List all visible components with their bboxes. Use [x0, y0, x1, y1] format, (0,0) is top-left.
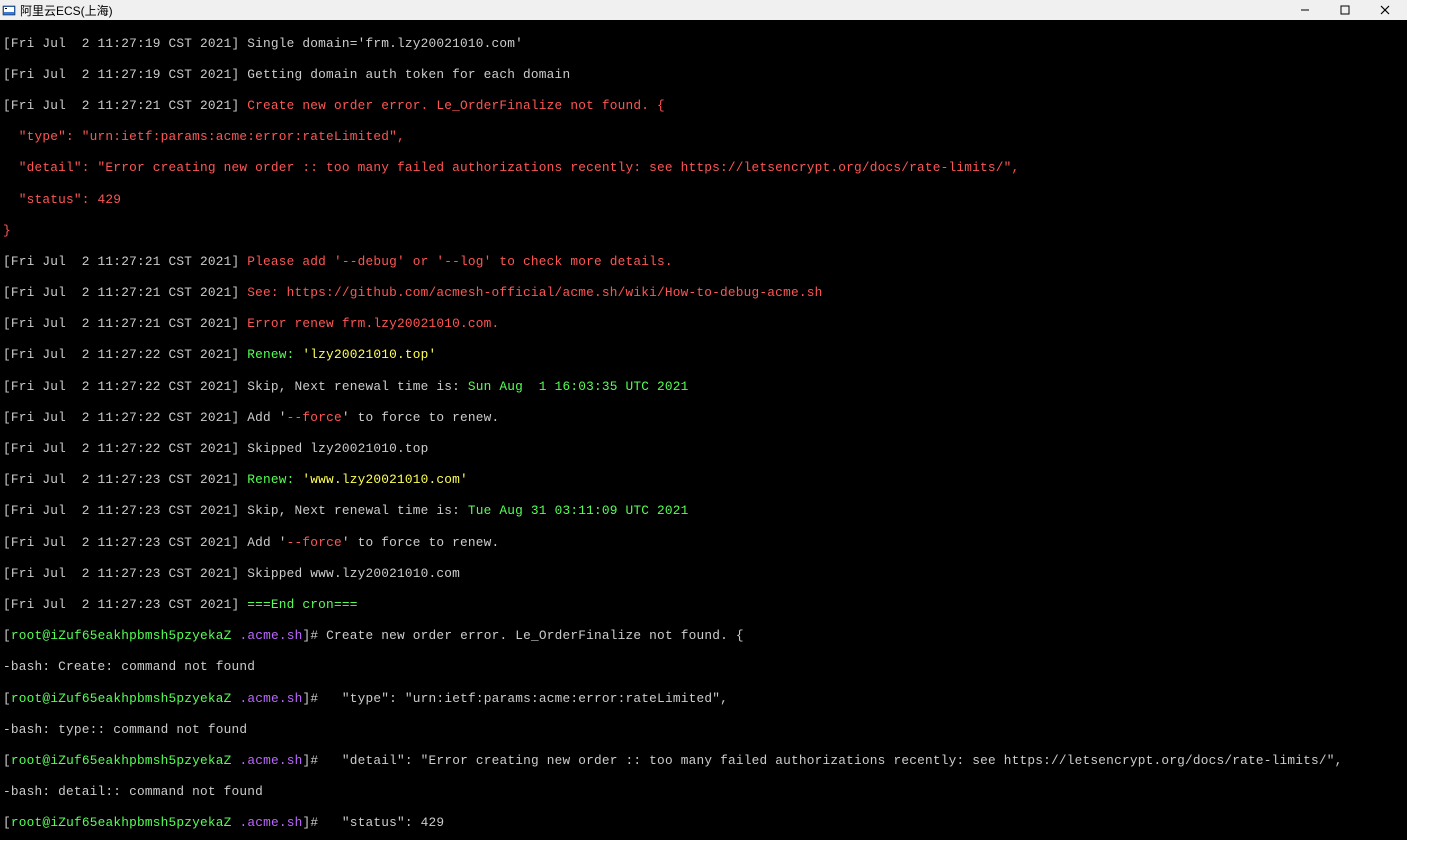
log-line: [Fri Jul 2 11:27:23 CST 2021] Renew: 'ww…: [3, 472, 1404, 488]
log-line: [Fri Jul 2 11:27:23 CST 2021] Skip, Next…: [3, 503, 1404, 519]
log-line: [Fri Jul 2 11:27:23 CST 2021] Add '--for…: [3, 535, 1404, 551]
log-line: }: [3, 223, 1404, 239]
log-line: [Fri Jul 2 11:27:22 CST 2021] Renew: 'lz…: [3, 347, 1404, 363]
log-line: [Fri Jul 2 11:27:22 CST 2021] Skip, Next…: [3, 379, 1404, 395]
log-line: [Fri Jul 2 11:27:23 CST 2021] Skipped ww…: [3, 566, 1404, 582]
maximize-button[interactable]: [1325, 0, 1365, 20]
log-line: [Fri Jul 2 11:27:22 CST 2021] Add '--for…: [3, 410, 1404, 426]
log-line: -bash: detail:: command not found: [3, 784, 1404, 800]
prompt-line: [root@iZuf65eakhpbmsh5pzyekaZ .acme.sh]#…: [3, 753, 1404, 769]
log-line: "type": "urn:ietf:params:acme:error:rate…: [3, 129, 1404, 145]
log-line: -bash: Create: command not found: [3, 659, 1404, 675]
log-line: "status": 429: [3, 192, 1404, 208]
log-line: [Fri Jul 2 11:27:21 CST 2021] Create new…: [3, 98, 1404, 114]
window-titlebar: 阿里云ECS(上海): [0, 0, 1407, 20]
log-line: [Fri Jul 2 11:27:19 CST 2021] Single dom…: [3, 36, 1404, 52]
prompt-line: [root@iZuf65eakhpbmsh5pzyekaZ .acme.sh]#…: [3, 815, 1404, 831]
log-line: [Fri Jul 2 11:27:19 CST 2021] Getting do…: [3, 67, 1404, 83]
close-button[interactable]: [1365, 0, 1405, 20]
minimize-button[interactable]: [1285, 0, 1325, 20]
log-line: "detail": "Error creating new order :: t…: [3, 160, 1404, 176]
log-line: -bash: type:: command not found: [3, 722, 1404, 738]
terminal-window: 阿里云ECS(上海) [Fri Jul 2 11:27:19 CST 2021]…: [0, 0, 1407, 840]
log-line: [Fri Jul 2 11:27:22 CST 2021] Skipped lz…: [3, 441, 1404, 457]
window-title: 阿里云ECS(上海): [20, 2, 113, 19]
log-line: [Fri Jul 2 11:27:21 CST 2021] Please add…: [3, 254, 1404, 270]
prompt-line: [root@iZuf65eakhpbmsh5pzyekaZ .acme.sh]#…: [3, 691, 1404, 707]
putty-icon: [2, 3, 16, 17]
log-line: [Fri Jul 2 11:27:21 CST 2021] See: https…: [3, 285, 1404, 301]
terminal-body[interactable]: [Fri Jul 2 11:27:19 CST 2021] Single dom…: [0, 20, 1407, 840]
log-line: [Fri Jul 2 11:27:21 CST 2021] Error rene…: [3, 316, 1404, 332]
prompt-line: [root@iZuf65eakhpbmsh5pzyekaZ .acme.sh]#…: [3, 628, 1404, 644]
log-line: [Fri Jul 2 11:27:23 CST 2021] ===End cro…: [3, 597, 1404, 613]
